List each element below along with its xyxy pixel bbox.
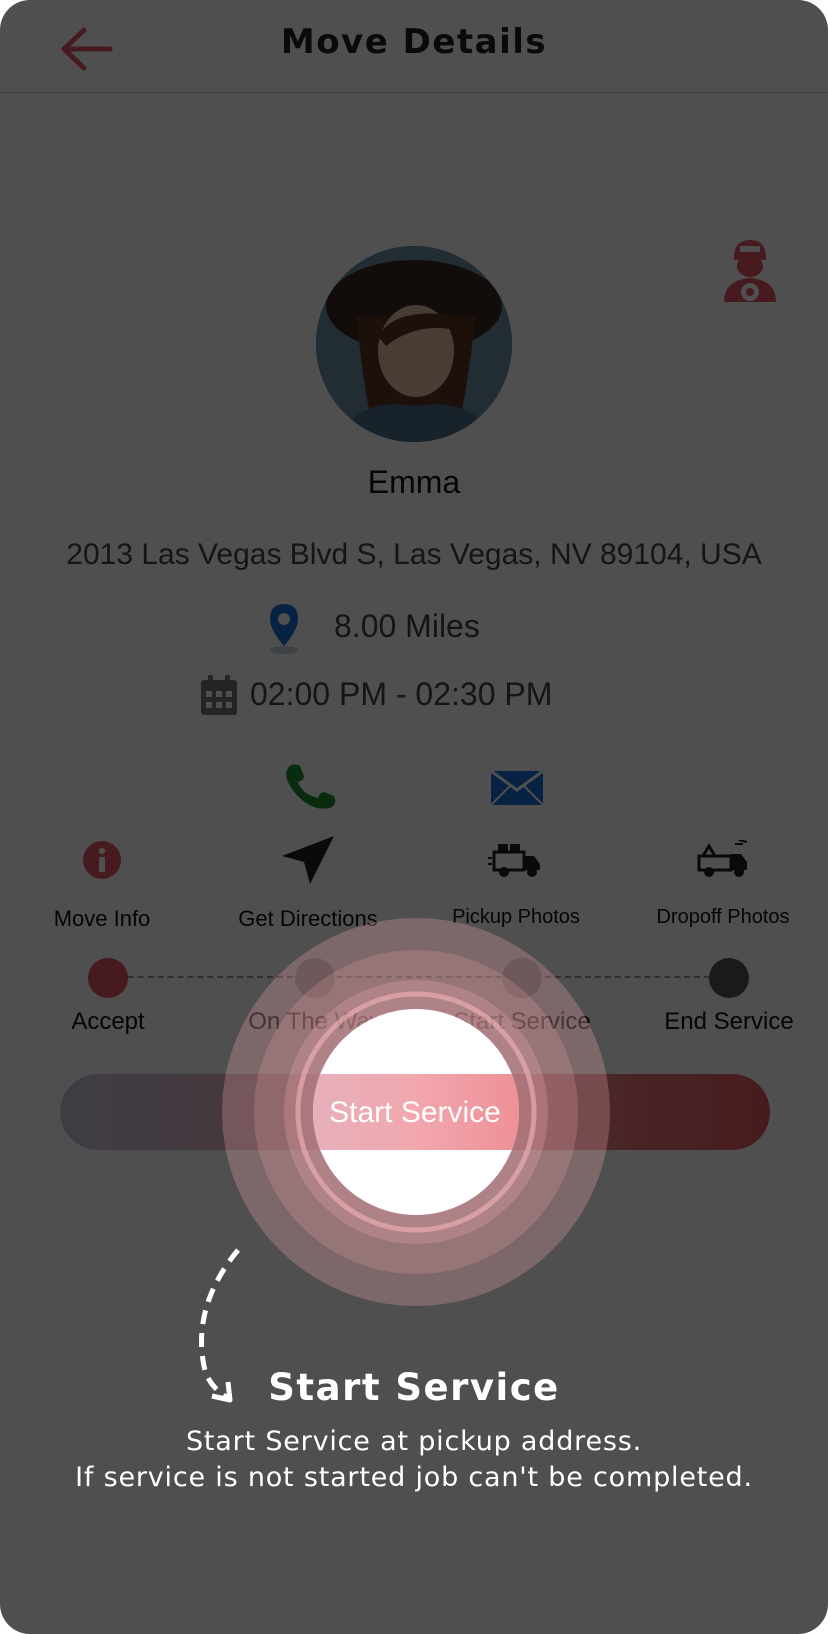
pickup-photos-label: Pickup Photos — [452, 906, 580, 928]
distance-text: 8.00 Miles — [334, 608, 480, 644]
pickup-address: 2013 Las Vegas Blvd S, Las Vegas, NV 891… — [66, 538, 762, 571]
tooltip-line-2: If service is not started job can't be c… — [75, 1462, 753, 1493]
move-details-screen: Move Details Emma 2013 Las Vegas Blvd S,… — [0, 0, 828, 1634]
highlighted-start-service-button[interactable]: Start Service — [313, 1074, 519, 1150]
map-pin-icon — [270, 604, 298, 654]
move-info-label: Move Info — [53, 906, 151, 931]
step-dot-on-the-way — [295, 958, 335, 998]
phone-icon[interactable] — [282, 762, 338, 810]
step-label-accept: Accept — [71, 1008, 145, 1035]
calendar-icon — [201, 675, 237, 715]
step-label-end-service: End Service — [664, 1008, 794, 1035]
get-directions-action[interactable]: Get Directions — [213, 836, 403, 936]
driver-icon[interactable] — [720, 236, 780, 302]
stepper-line — [108, 976, 730, 978]
truck-loaded-icon — [488, 844, 540, 877]
step-dot-start-service — [502, 958, 542, 998]
dropoff-photos-action[interactable]: Dropoff Photos — [628, 836, 818, 936]
pickup-photos-action[interactable]: Pickup Photos — [421, 836, 611, 936]
app-header: Move Details — [0, 0, 828, 93]
mail-icon[interactable] — [490, 770, 544, 806]
step-dot-accept — [88, 958, 128, 998]
dropoff-photos-label: Dropoff Photos — [656, 906, 790, 928]
customer-photo — [316, 246, 512, 442]
customer-name: Emma — [367, 464, 461, 500]
time-window-text: 02:00 PM - 02:30 PM — [250, 676, 553, 712]
spotlight-focus[interactable]: Start Service — [313, 1009, 519, 1215]
tooltip-line-1: Start Service at pickup address. — [185, 1426, 642, 1457]
page-title: Move Details — [280, 22, 548, 62]
customer-avatar — [316, 246, 512, 442]
move-info-action[interactable]: Move Info — [7, 836, 197, 936]
get-directions-label: Get Directions — [238, 906, 378, 931]
navigation-arrow-icon — [282, 836, 334, 884]
truck-unloading-icon — [697, 840, 748, 877]
step-dot-end-service — [709, 958, 749, 998]
info-icon — [83, 841, 121, 879]
tooltip-title: Start Service — [268, 1366, 560, 1409]
highlighted-button-label: Start Service — [329, 1096, 501, 1129]
